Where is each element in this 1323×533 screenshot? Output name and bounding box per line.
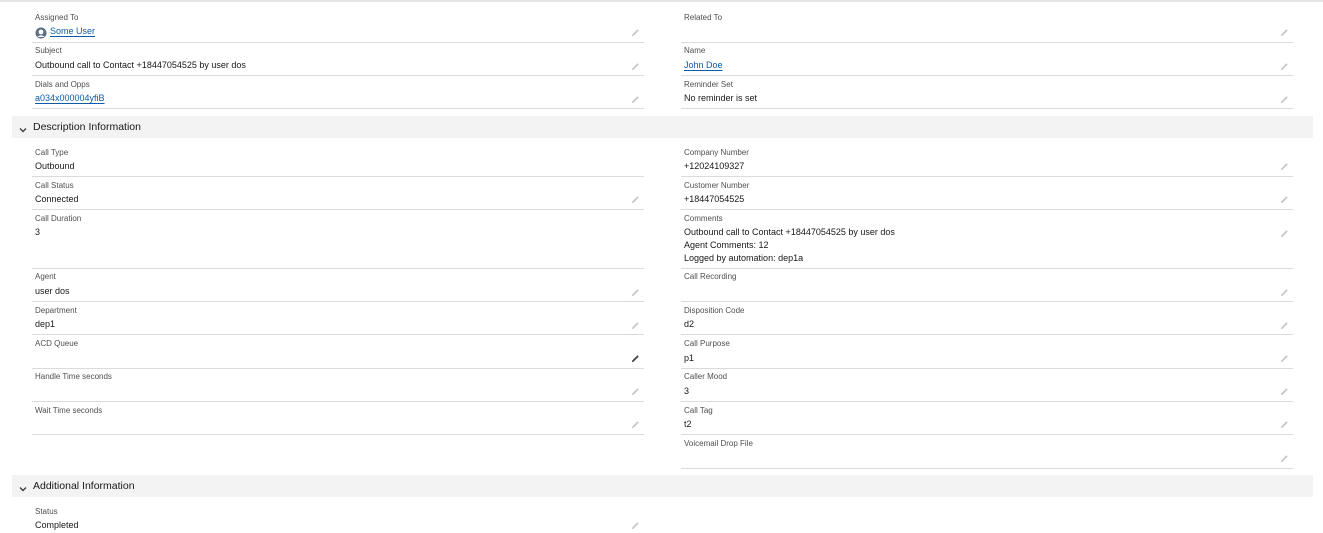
field-value: Outbound [35, 161, 75, 171]
chevron-down-icon[interactable] [18, 122, 28, 133]
field-label: Name [684, 46, 706, 55]
field-label: Assigned To [35, 13, 79, 22]
field-label: Department [35, 306, 77, 315]
field-label: Status [35, 507, 58, 516]
section-header-description[interactable]: Description Information [12, 116, 1313, 138]
field-call-purpose: Call Purpose p1 [681, 336, 1293, 369]
field-label: Subject [35, 46, 62, 55]
pencil-icon[interactable] [1280, 420, 1289, 429]
field-label: Company Number [684, 148, 749, 157]
top-divider [0, 0, 1323, 2]
field-value: p1 [684, 353, 695, 363]
pencil-icon[interactable] [631, 387, 640, 396]
field-label: Disposition Code [684, 306, 745, 315]
field-reminder-set: Reminder Set No reminder is set [681, 77, 1293, 109]
field-value: +12024109327 [684, 161, 745, 171]
field-label: Voicemail Drop File [684, 439, 753, 448]
field-disposition-code: Disposition Code d2 [681, 303, 1293, 335]
field-caller-mood: Caller Mood 3 [681, 369, 1293, 402]
field-label: ACD Queue [35, 339, 79, 348]
field-value: Connected [35, 194, 79, 204]
field-status: Status Completed [32, 504, 644, 533]
field-company-number: Company Number +12024109327 [681, 145, 1293, 177]
pencil-icon[interactable] [1280, 454, 1289, 463]
field-label: Wait Time seconds [35, 406, 103, 415]
field-value: +18447054525 [684, 194, 745, 204]
field-voicemail-drop-file: Voicemail Drop File [681, 436, 1293, 469]
field-call-status: Call Status Connected [32, 178, 644, 210]
field-value: dep1 [35, 319, 56, 329]
pencil-icon[interactable] [1280, 28, 1289, 37]
pencil-icon[interactable] [1280, 354, 1289, 363]
pencil-icon[interactable] [1280, 195, 1289, 204]
pencil-icon[interactable] [1280, 95, 1289, 104]
field-label: Reminder Set [684, 80, 733, 89]
comment-line: Logged by automation: dep1a [684, 253, 804, 263]
field-call-recording: Call Recording [681, 269, 1293, 302]
field-name: Name John Doe [681, 43, 1293, 76]
field-value: Outbound call to Contact +18447054525 by… [35, 60, 246, 70]
comment-line: Outbound call to Contact +18447054525 by… [684, 227, 895, 237]
field-label: Dials and Opps [35, 80, 90, 89]
pencil-icon[interactable] [631, 28, 640, 37]
field-label: Call Type [35, 148, 69, 157]
section-title: Additional Information [33, 480, 135, 492]
field-value: 3 [684, 386, 690, 396]
field-value: d2 [684, 319, 695, 329]
field-value: user dos [35, 286, 70, 296]
field-label: Call Tag [684, 406, 713, 415]
comment-line: Agent Comments: 12 [684, 240, 769, 250]
pencil-icon[interactable] [631, 95, 640, 104]
field-label: Comments [684, 214, 723, 223]
pencil-icon[interactable] [1280, 288, 1289, 297]
pencil-icon[interactable] [1280, 387, 1289, 396]
assigned-user-link[interactable]: Some User [50, 25, 95, 38]
field-related-to: Related To [681, 10, 1293, 43]
field-label: Caller Mood [684, 372, 728, 381]
field-value: Completed [35, 520, 79, 530]
pencil-icon[interactable] [1280, 62, 1289, 71]
pencil-icon[interactable] [631, 62, 640, 71]
field-label: Agent [35, 272, 56, 281]
section-header-additional[interactable]: Additional Information [12, 475, 1313, 497]
field-handle-time: Handle Time seconds [32, 369, 644, 402]
field-comments: Comments Outbound call to Contact +18447… [681, 211, 1293, 269]
user-avatar-icon [35, 26, 47, 39]
field-call-type: Call Type Outbound [32, 145, 644, 177]
field-subject: Subject Outbound call to Contact +184470… [32, 43, 644, 76]
field-call-duration: Call Duration 3 [32, 211, 644, 269]
field-assigned-to: Assigned To Some User [32, 10, 644, 43]
field-label: Handle Time seconds [35, 372, 112, 381]
field-value: 3 [35, 227, 41, 237]
contact-name-link[interactable]: John Doe [684, 59, 723, 72]
section-title: Description Information [33, 121, 141, 133]
pencil-icon[interactable] [1280, 162, 1289, 171]
pencil-icon[interactable] [631, 321, 640, 330]
field-label: Call Duration [35, 214, 82, 223]
field-customer-number: Customer Number +18447054525 [681, 178, 1293, 210]
field-label: Call Status [35, 181, 74, 190]
pencil-icon[interactable] [631, 420, 640, 429]
field-agent: Agent user dos [32, 269, 644, 302]
comments-value: Outbound call to Contact +18447054525 by… [684, 226, 895, 265]
field-label: Call Recording [684, 272, 737, 281]
pencil-icon[interactable] [631, 288, 640, 297]
field-wait-time: Wait Time seconds [32, 403, 644, 435]
field-value: No reminder is set [684, 93, 758, 103]
field-department: Department dep1 [32, 303, 644, 335]
field-label: Customer Number [684, 181, 750, 190]
field-label: Call Purpose [684, 339, 730, 348]
field-value: t2 [684, 419, 692, 429]
field-dials-and-opps: Dials and Opps a034x000004yfiB [32, 77, 644, 109]
field-call-tag: Call Tag t2 [681, 403, 1293, 435]
field-acd-queue: ACD Queue [32, 336, 644, 369]
pencil-icon[interactable] [631, 354, 640, 363]
pencil-icon[interactable] [1280, 321, 1289, 330]
chevron-down-icon[interactable] [18, 481, 28, 492]
dials-opps-link[interactable]: a034x000004yfiB [35, 92, 105, 105]
pencil-icon[interactable] [631, 521, 640, 530]
pencil-icon[interactable] [1280, 229, 1289, 238]
field-label: Related To [684, 13, 723, 22]
pencil-icon[interactable] [631, 195, 640, 204]
